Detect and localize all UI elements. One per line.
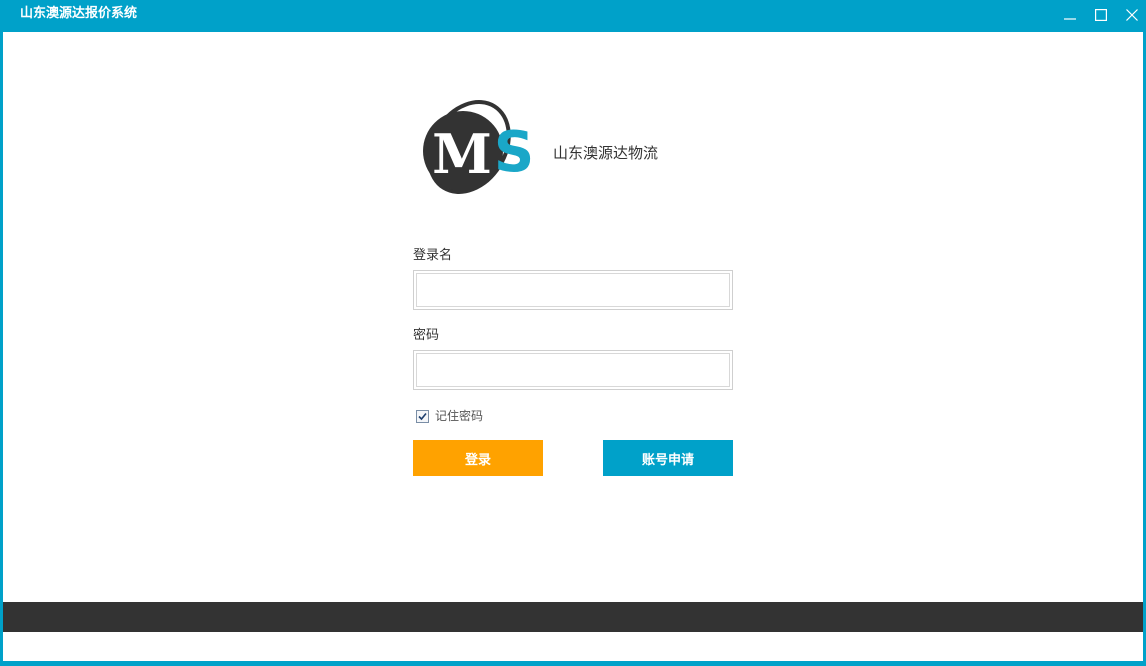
footer-bar: [3, 602, 1143, 632]
username-label: 登录名: [413, 248, 453, 263]
close-button[interactable]: [1121, 5, 1143, 25]
minimize-icon: [1064, 18, 1076, 20]
app-window: 山东澳源达报价系统 M S 山东澳源达物流 登录名 密码 记住密码 登录 账号申…: [0, 0, 1146, 666]
maximize-button[interactable]: [1090, 5, 1112, 25]
remember-password-option[interactable]: 记住密码: [416, 409, 483, 423]
ms-logo-icon: M S: [423, 100, 534, 194]
title-bar[interactable]: 山东澳源达报价系统: [0, 0, 1146, 32]
logo-letter-m: M: [432, 122, 492, 186]
account-apply-button[interactable]: 账号申请: [603, 440, 733, 476]
company-name: 山东澳源达物流: [553, 144, 659, 162]
password-field-frame: [413, 350, 733, 390]
password-label: 密码: [413, 328, 440, 343]
close-icon: [1126, 9, 1138, 21]
username-input[interactable]: [416, 273, 730, 307]
login-panel: M S 山东澳源达物流 登录名 密码 记住密码 登录 账号申请: [3, 32, 1143, 632]
window-title: 山东澳源达报价系统: [20, 6, 138, 21]
remember-password-checkbox[interactable]: [416, 409, 429, 423]
username-field-frame: [413, 270, 733, 310]
logo-letter-s: S: [494, 120, 534, 185]
window-bottom-border: [0, 661, 1146, 663]
login-button[interactable]: 登录: [413, 440, 543, 476]
maximize-icon: [1095, 9, 1107, 21]
minimize-button[interactable]: [1059, 5, 1081, 25]
password-input[interactable]: [416, 353, 730, 387]
checkmark-icon: [418, 412, 427, 420]
remember-password-label: 记住密码: [435, 409, 484, 423]
